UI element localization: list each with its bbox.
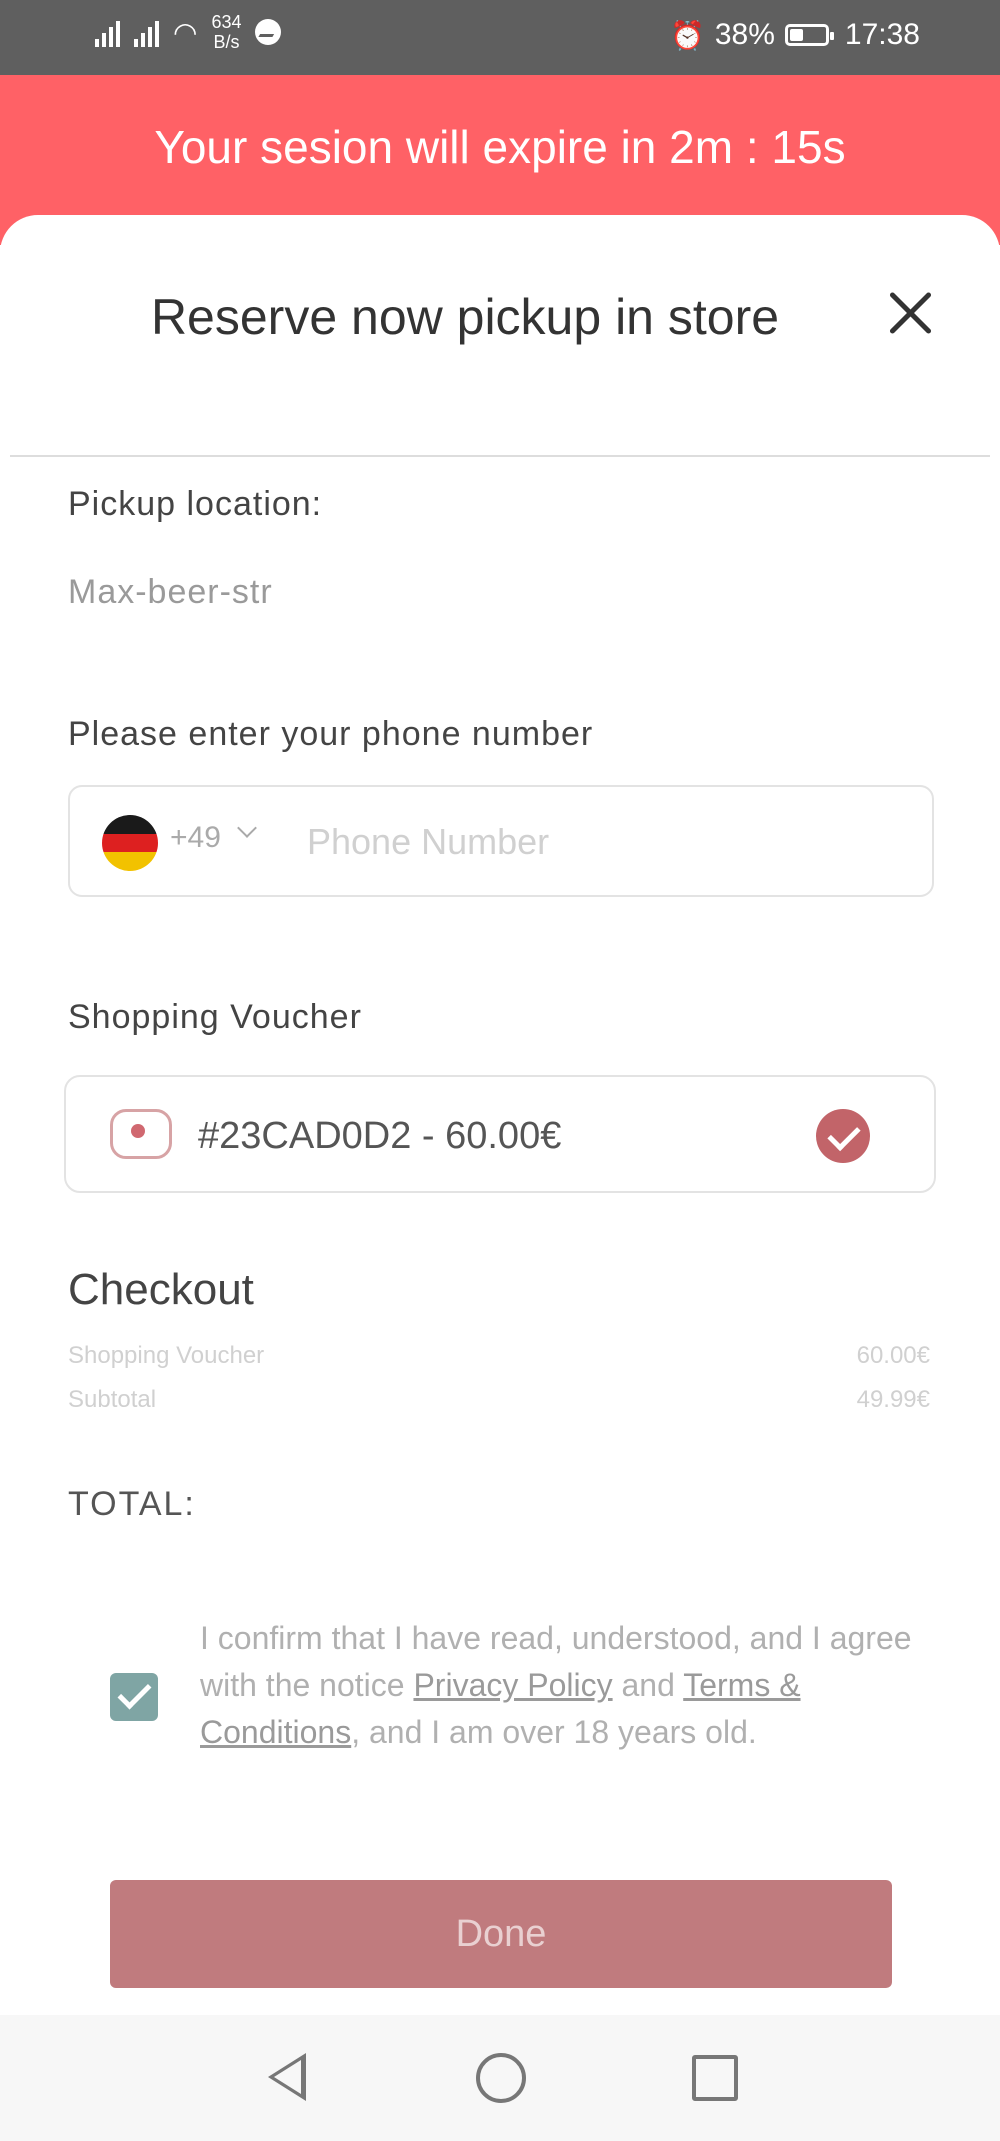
summary-amount: 49.99€ <box>856 1386 930 1413</box>
summary-row-voucher: Shopping Voucher 60.00€ <box>68 1342 930 1370</box>
voucher-select[interactable]: #23CAD0D2 - 60.00€ <box>64 1075 936 1193</box>
status-right: ⏰ 38% 17:38 <box>670 18 920 52</box>
consent-text-middle: and <box>612 1667 684 1703</box>
recents-icon[interactable] <box>692 2055 738 2101</box>
summary-amount: 60.00€ <box>856 1342 930 1369</box>
status-bar: ◠ 634 B/s ⏰ 38% 17:38 <box>0 0 1000 75</box>
summary-row-subtotal: Subtotal 49.99€ <box>68 1386 930 1414</box>
close-icon[interactable] <box>880 283 940 343</box>
alarm-icon: ⏰ <box>670 19 705 51</box>
voucher-icon <box>110 1109 172 1159</box>
battery-percent: 38% <box>714 18 775 51</box>
summary-label: Subtotal <box>68 1386 157 1413</box>
net-speed-value: 634 <box>211 12 242 32</box>
voucher-code-amount: #23CAD0D2 - 60.00€ <box>198 1115 562 1157</box>
germany-flag-icon[interactable] <box>102 815 158 871</box>
pickup-location-value: Max-beer-str <box>68 573 273 611</box>
chevron-down-icon[interactable] <box>237 818 257 838</box>
summary-label: Shopping Voucher <box>68 1342 265 1369</box>
system-nav-bar <box>0 2015 1000 2141</box>
flag-stripe-red <box>102 833 158 853</box>
done-button[interactable]: Done <box>110 1880 892 1988</box>
consent-text: I confirm that I have read, understood, … <box>200 1615 920 1756</box>
clock: 17:38 <box>844 18 920 51</box>
phone-field: +49 <box>68 785 934 897</box>
signal-icon-sim2 <box>134 17 159 47</box>
back-icon[interactable] <box>268 2053 306 2101</box>
checkout-title: Checkout <box>68 1265 254 1314</box>
net-speed: 634 B/s <box>211 12 241 52</box>
dial-code[interactable]: +49 <box>170 821 221 855</box>
divider <box>10 455 990 457</box>
flag-stripe-gold <box>102 852 158 871</box>
flag-stripe-black <box>102 815 158 834</box>
status-left: ◠ 634 B/s <box>95 12 282 52</box>
pickup-location-label: Pickup location: <box>68 485 323 523</box>
phone-label: Please enter your phone number <box>68 715 594 753</box>
home-icon[interactable] <box>476 2053 526 2103</box>
signal-icon-sim1 <box>95 17 120 47</box>
consent-checkbox[interactable] <box>110 1673 158 1721</box>
check-circle-icon[interactable] <box>816 1109 870 1163</box>
sheet-title: Reserve now pickup in store <box>150 289 780 345</box>
total-label: TOTAL: <box>68 1485 196 1523</box>
consent-text-after: , and I am over 18 years old. <box>351 1714 757 1750</box>
phone-number-input[interactable] <box>305 811 869 873</box>
voucher-label: Shopping Voucher <box>68 998 362 1036</box>
battery-fill <box>789 29 803 41</box>
messenger-icon <box>255 19 282 45</box>
battery-icon <box>784 24 834 46</box>
wifi-icon: ◠ <box>173 16 198 48</box>
net-speed-unit: B/s <box>213 32 240 52</box>
privacy-policy-link[interactable]: Privacy Policy <box>413 1667 612 1703</box>
